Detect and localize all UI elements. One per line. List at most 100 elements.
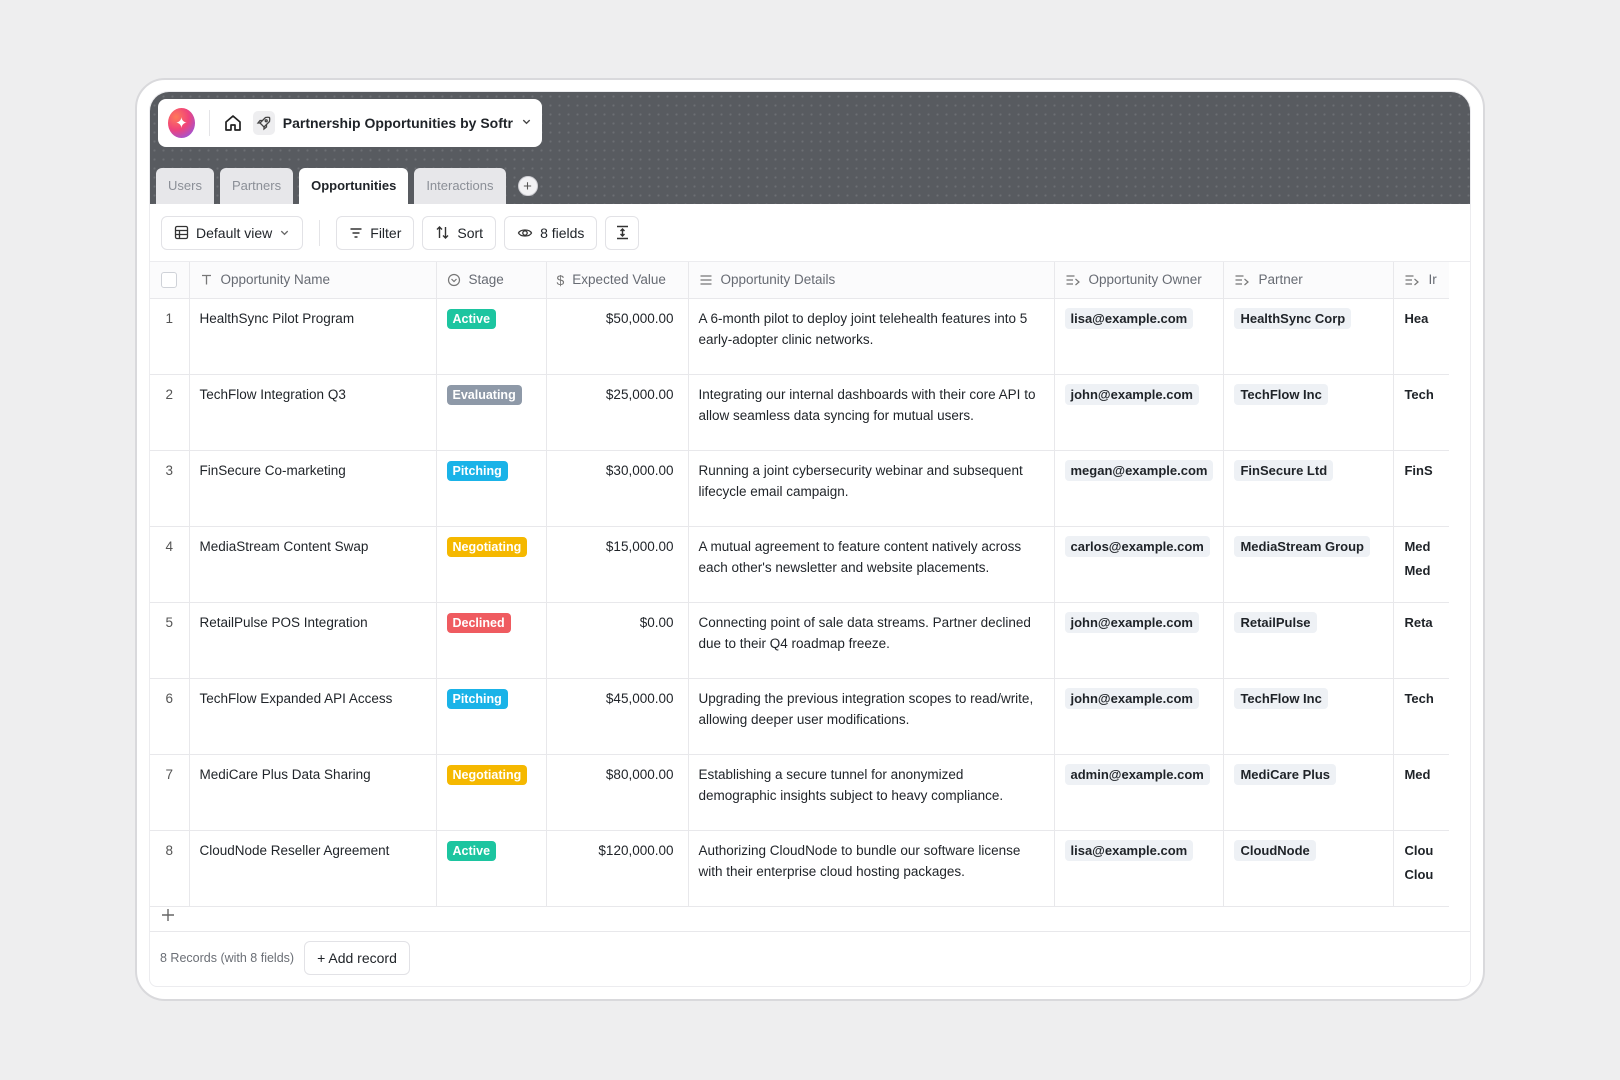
cell-expected-value[interactable]: $45,000.00 — [546, 678, 689, 755]
view-selector-button[interactable]: Default view — [161, 215, 304, 250]
cell-opportunity-details[interactable]: Upgrading the previous integration scope… — [688, 678, 1055, 755]
select-all-header[interactable] — [150, 262, 190, 299]
cell-partner[interactable]: CloudNode — [1223, 830, 1395, 907]
cell-stage[interactable]: Pitching — [436, 678, 547, 755]
home-icon[interactable] — [222, 111, 244, 135]
linked-chip — [1404, 484, 1439, 505]
column-header-details[interactable]: Opportunity Details — [688, 262, 1055, 299]
cell-truncated[interactable]: Tech — [1393, 678, 1449, 755]
table-row[interactable]: 3 FinSecure Co-marketing Pitching $30,00… — [150, 450, 1449, 527]
column-header-label: Ir — [1428, 272, 1437, 288]
cell-stage[interactable]: Evaluating — [436, 374, 547, 451]
link-record-type-icon — [1235, 275, 1250, 286]
table-row[interactable]: 2 TechFlow Integration Q3 Evaluating $25… — [150, 374, 1449, 451]
add-table-plus-icon[interactable]: + — [517, 176, 538, 196]
linked-chip: Clou — [1404, 866, 1434, 882]
cell-truncated[interactable]: Clou Clou — [1393, 830, 1449, 907]
column-header-stage[interactable]: Stage — [436, 262, 547, 299]
cell-opportunity-owner[interactable]: megan@example.com — [1054, 450, 1225, 527]
column-header-label: Opportunity Name — [220, 272, 331, 288]
cell-stage[interactable]: Pitching — [436, 450, 547, 527]
cell-truncated[interactable]: Med — [1393, 754, 1449, 831]
owner-chip: megan@example.com — [1064, 459, 1214, 481]
cell-partner[interactable]: MediCare Plus — [1223, 754, 1395, 831]
cell-opportunity-owner[interactable]: john@example.com — [1054, 374, 1225, 451]
tab-interactions[interactable]: Interactions — [414, 168, 506, 204]
cell-truncated[interactable]: Med Med — [1393, 526, 1449, 603]
column-header-value[interactable]: $ Expected Value — [546, 262, 689, 299]
cell-partner[interactable]: HealthSync Corp — [1223, 298, 1395, 375]
table-row[interactable]: 6 TechFlow Expanded API Access Pitching … — [150, 678, 1449, 755]
cell-opportunity-details[interactable]: A mutual agreement to feature content na… — [688, 526, 1055, 603]
cell-expected-value[interactable]: $15,000.00 — [546, 526, 689, 603]
cell-truncated[interactable]: Tech — [1393, 374, 1449, 451]
cell-opportunity-owner[interactable]: carlos@example.com — [1054, 526, 1225, 603]
cell-partner[interactable]: TechFlow Inc — [1223, 374, 1395, 451]
owner-chip: lisa@example.com — [1064, 307, 1194, 329]
tab-users[interactable]: Users — [156, 168, 214, 204]
cell-opportunity-name[interactable]: TechFlow Integration Q3 — [189, 374, 437, 451]
cell-opportunity-name[interactable]: MediaStream Content Swap — [189, 526, 437, 603]
cell-opportunity-name[interactable]: CloudNode Reseller Agreement — [189, 830, 437, 907]
add-record-button[interactable]: + Add record — [304, 941, 410, 975]
cell-opportunity-details[interactable]: Authorizing CloudNode to bundle our soft… — [688, 830, 1055, 907]
cell-opportunity-owner[interactable]: lisa@example.com — [1054, 298, 1225, 375]
cell-opportunity-name[interactable]: FinSecure Co-marketing — [189, 450, 437, 527]
cell-opportunity-owner[interactable]: john@example.com — [1054, 602, 1225, 679]
cell-truncated[interactable]: Reta — [1393, 602, 1449, 679]
table-row[interactable]: 8 CloudNode Reseller Agreement Active $1… — [150, 830, 1449, 907]
fields-button[interactable]: 8 fields — [504, 215, 598, 250]
column-header-truncated[interactable]: Ir — [1393, 262, 1449, 299]
header-row: Opportunity Name Stage $ Expected Value … — [150, 262, 1449, 299]
tab-partners[interactable]: Partners — [219, 168, 294, 204]
cell-expected-value[interactable]: $30,000.00 — [546, 450, 689, 527]
linked-chip — [1404, 712, 1439, 733]
select-all-checkbox[interactable] — [161, 271, 178, 288]
row-height-button[interactable] — [605, 215, 640, 250]
cell-expected-value[interactable]: $80,000.00 — [546, 754, 689, 831]
cell-opportunity-details[interactable]: Establishing a secure tunnel for anonymi… — [688, 754, 1055, 831]
table-row[interactable]: 1 HealthSync Pilot Program Active $50,00… — [150, 298, 1449, 375]
cell-expected-value[interactable]: $50,000.00 — [546, 298, 689, 375]
column-header-partner[interactable]: Partner — [1223, 262, 1395, 299]
app-title[interactable]: Partnership Opportunities by Softr — [283, 115, 513, 131]
cell-expected-value[interactable]: $120,000.00 — [546, 830, 689, 907]
cell-opportunity-name[interactable]: RetailPulse POS Integration — [189, 602, 437, 679]
app-bar: ✦ Partnership Opportunities by Softr — [158, 99, 542, 147]
table-row[interactable]: 4 MediaStream Content Swap Negotiating $… — [150, 526, 1449, 603]
cell-stage[interactable]: Negotiating — [436, 526, 547, 603]
tab-opportunities[interactable]: Opportunities — [299, 168, 409, 204]
cell-opportunity-details[interactable]: Connecting point of sale data streams. P… — [688, 602, 1055, 679]
cell-opportunity-details[interactable]: Running a joint cybersecurity webinar an… — [688, 450, 1055, 527]
partner-chip: MediCare Plus — [1234, 763, 1337, 785]
cell-partner[interactable]: RetailPulse — [1223, 602, 1395, 679]
cell-opportunity-name[interactable]: MediCare Plus Data Sharing — [189, 754, 437, 831]
cell-opportunity-owner[interactable]: john@example.com — [1054, 678, 1225, 755]
table-row[interactable]: 5 RetailPulse POS Integration Declined $… — [150, 602, 1449, 679]
cell-stage[interactable]: Negotiating — [436, 754, 547, 831]
cell-truncated[interactable]: FinS — [1393, 450, 1449, 527]
column-header-owner[interactable]: Opportunity Owner — [1054, 262, 1225, 299]
cell-partner[interactable]: TechFlow Inc — [1223, 678, 1395, 755]
cell-opportunity-owner[interactable]: admin@example.com — [1054, 754, 1225, 831]
cell-opportunity-name[interactable]: HealthSync Pilot Program — [189, 298, 437, 375]
cell-opportunity-owner[interactable]: lisa@example.com — [1054, 830, 1225, 907]
cell-expected-value[interactable]: $25,000.00 — [546, 374, 689, 451]
cell-stage[interactable]: Active — [436, 830, 547, 907]
filter-button[interactable]: Filter — [336, 215, 415, 250]
cell-stage[interactable]: Active — [436, 298, 547, 375]
cell-opportunity-details[interactable]: A 6-month pilot to deploy joint teleheal… — [688, 298, 1055, 375]
cell-opportunity-details[interactable]: Integrating our internal dashboards with… — [688, 374, 1055, 451]
cell-expected-value[interactable]: $0.00 — [546, 602, 689, 679]
cell-opportunity-name[interactable]: TechFlow Expanded API Access — [189, 678, 437, 755]
chevron-down-icon[interactable] — [521, 116, 532, 130]
table-row[interactable]: 7 MediCare Plus Data Sharing Negotiating… — [150, 754, 1449, 831]
add-row-button[interactable] — [150, 898, 1470, 932]
column-header-name[interactable]: Opportunity Name — [189, 262, 437, 299]
cell-stage[interactable]: Declined — [436, 602, 547, 679]
cell-partner[interactable]: FinSecure Ltd — [1223, 450, 1395, 527]
cell-truncated[interactable]: Hea — [1393, 298, 1449, 375]
softr-logo-icon[interactable]: ✦ — [168, 108, 195, 138]
cell-partner[interactable]: MediaStream Group — [1223, 526, 1395, 603]
sort-button[interactable]: Sort — [422, 215, 497, 250]
